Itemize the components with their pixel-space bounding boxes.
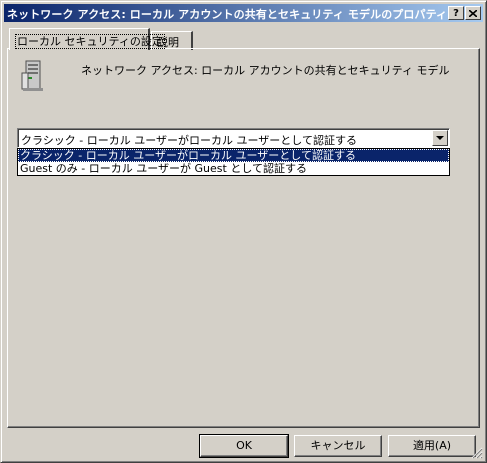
- server-computer-icon: [21, 60, 43, 91]
- tab-local-security-setting[interactable]: ローカル セキュリティの設定: [9, 28, 165, 50]
- resize-grip-icon[interactable]: [471, 447, 483, 459]
- cancel-button[interactable]: キャンセル: [294, 435, 382, 457]
- properties-dialog: ネットワーク アクセス: ローカル アカウントの共有とセキュリティ モデルのプロ…: [0, 0, 487, 463]
- tab-label: ローカル セキュリティの設定: [15, 34, 165, 49]
- apply-button[interactable]: 適用(A): [388, 435, 476, 457]
- close-button[interactable]: [465, 6, 481, 20]
- dropdown-list: クラシック - ローカル ユーザーがローカル ユーザーとして認証する Guest…: [17, 148, 450, 176]
- select-value: クラシック - ローカル ユーザーがローカル ユーザーとして認証する: [21, 134, 357, 147]
- dropdown-option-guest-only[interactable]: Guest のみ - ローカル ユーザーが Guest として認証する: [18, 162, 449, 175]
- chevron-down-icon: [436, 136, 444, 140]
- ok-button[interactable]: OK: [199, 434, 289, 458]
- help-button[interactable]: ?: [448, 6, 464, 20]
- dropdown-option-classic[interactable]: クラシック - ローカル ユーザーがローカル ユーザーとして認証する: [18, 149, 449, 162]
- tab-panel: [7, 48, 480, 428]
- policy-title: ネットワーク アクセス: ローカル アカウントの共有とセキュリティ モデル: [81, 64, 450, 77]
- security-model-select[interactable]: クラシック - ローカル ユーザーがローカル ユーザーとして認証する: [17, 128, 450, 148]
- title-bar[interactable]: ネットワーク アクセス: ローカル アカウントの共有とセキュリティ モデルのプロ…: [4, 4, 483, 22]
- close-icon: [468, 9, 478, 18]
- dropdown-button[interactable]: [432, 130, 448, 146]
- window-title: ネットワーク アクセス: ローカル アカウントの共有とセキュリティ モデルのプロ…: [7, 8, 448, 21]
